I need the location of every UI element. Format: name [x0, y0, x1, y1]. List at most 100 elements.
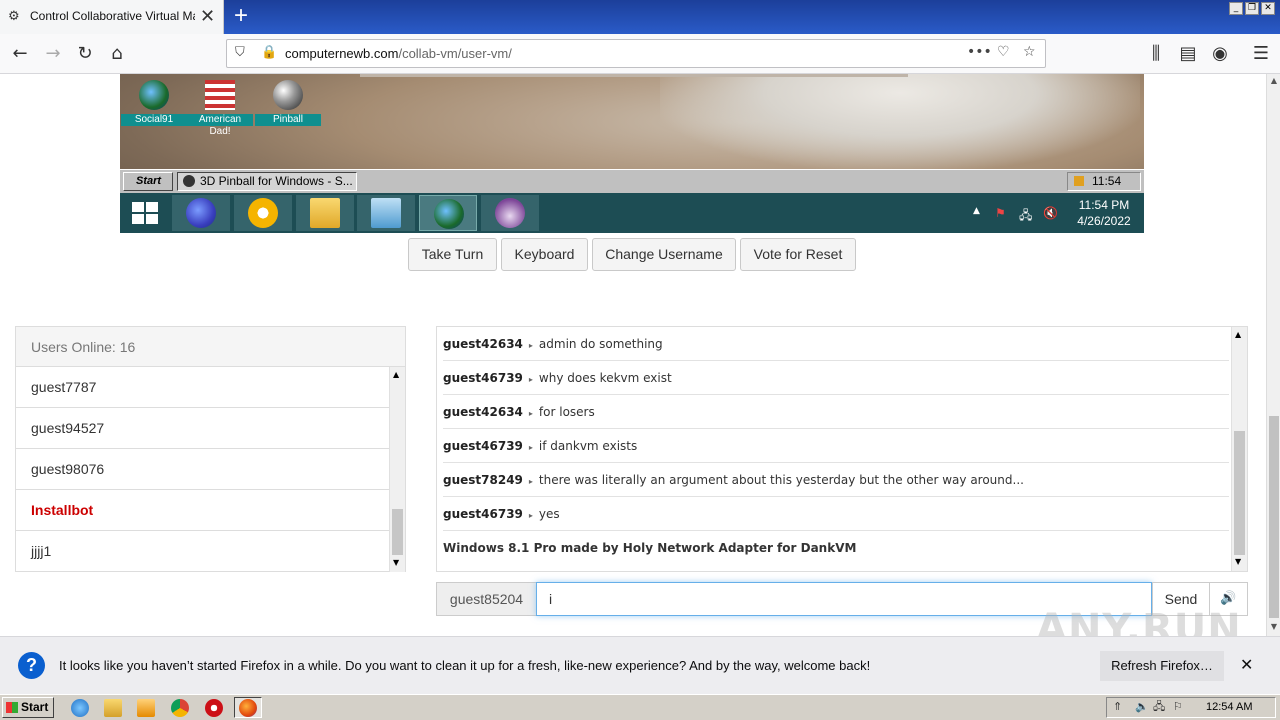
forward-arrow-icon[interactable]: → — [41, 42, 65, 66]
window-taskbar-icon[interactable] — [357, 195, 415, 231]
scroll-down-icon[interactable]: ▼ — [393, 558, 399, 567]
scroll-down-icon[interactable]: ▼ — [1235, 557, 1241, 566]
library-icon[interactable]: ⫼ — [1144, 42, 1168, 66]
desktop-icon-label: Social91 — [121, 114, 187, 126]
user-list-item[interactable]: jjjj1 — [16, 531, 389, 572]
new-tab-button[interactable]: + — [228, 2, 254, 30]
chat-message: guest42634 ▸ admin do something — [443, 327, 1229, 361]
os-clock[interactable]: 12:54 AM — [1206, 698, 1252, 717]
minimize-button[interactable]: _ — [1229, 2, 1243, 15]
users-online-header: Users Online: 16 — [16, 327, 405, 367]
user-list-item[interactable]: guest94527 — [16, 408, 389, 449]
host-taskbar: ▲ ⚑ 🖧 🔇 11:54 PM 4/26/2022 — [120, 193, 1144, 233]
host-time: 11:54 PM — [1078, 198, 1130, 212]
scroll-up-icon[interactable]: ▲ — [1269, 76, 1279, 86]
chat-username[interactable]: guest46739 — [443, 439, 523, 453]
keyboard-button[interactable]: Keyboard — [501, 238, 588, 271]
page-actions-icon[interactable]: ••• — [967, 44, 992, 60]
bookmark-star-icon[interactable]: ☆ — [1023, 44, 1036, 60]
desktop-icon-american-dad[interactable]: American Dad! — [187, 80, 253, 137]
guest-start-button[interactable]: Start — [123, 172, 173, 191]
back-arrow-icon[interactable]: ← — [8, 42, 32, 66]
scrollbar-thumb[interactable] — [1234, 431, 1245, 555]
site-favicon-icon: ⚙ — [8, 9, 20, 24]
task-label: 3D Pinball for Windows - S... — [200, 174, 353, 188]
tab-close-icon[interactable]: ✕ — [200, 6, 215, 27]
volume-icon[interactable]: 🔈 — [1135, 698, 1149, 717]
chat-scrollbar[interactable]: ▲ ▼ — [1231, 327, 1247, 571]
home-icon[interactable]: ⌂ — [105, 42, 129, 66]
reload-icon[interactable]: ↻ — [73, 42, 97, 66]
explorer-taskbar-icon[interactable] — [296, 195, 354, 231]
network-icon[interactable]: 🖧 — [1153, 698, 1165, 717]
arrow-icon: ▸ — [528, 477, 533, 486]
folder-icon[interactable] — [104, 699, 122, 717]
system-message: Windows 8.1 Pro made by Holy Network Ada… — [443, 541, 857, 555]
globe-icon — [139, 80, 169, 110]
page-scrollbar[interactable]: ▲ ▼ — [1266, 74, 1280, 636]
firefox-icon — [239, 699, 257, 717]
user-list-item-admin[interactable]: Installbot — [16, 490, 389, 531]
pocket-icon[interactable]: ♡ — [997, 44, 1010, 60]
windows-logo-icon[interactable] — [132, 202, 158, 224]
chat-username[interactable]: guest78249 — [443, 473, 523, 487]
users-scrollbar[interactable]: ▲ ▼ — [389, 367, 405, 572]
chrome-taskbar-icon[interactable] — [234, 195, 292, 231]
user-list-item[interactable]: guest98076 — [16, 449, 389, 490]
insecure-lock-icon[interactable]: 🔒 — [261, 45, 277, 60]
scroll-down-icon[interactable]: ▼ — [1269, 622, 1279, 632]
scrollbar-thumb[interactable] — [1269, 416, 1279, 618]
opera-icon[interactable] — [205, 699, 223, 717]
close-notification-icon[interactable]: ✕ — [1240, 655, 1253, 675]
chat-username[interactable]: guest46739 — [443, 507, 523, 521]
desktop-icon-label: American Dad! — [187, 114, 253, 137]
guest-task-pinball[interactable]: 3D Pinball for Windows - S... — [177, 172, 357, 191]
media-player-icon[interactable] — [137, 699, 155, 717]
tor-taskbar-icon[interactable] — [481, 195, 539, 231]
notification-bar: ? It looks like you haven’t started Fire… — [0, 636, 1280, 694]
action-center-icon[interactable]: ⚑ — [995, 206, 1006, 220]
scrollbar-thumb[interactable] — [392, 509, 403, 555]
volume-muted-icon[interactable]: 🔇 — [1043, 206, 1058, 220]
change-username-button[interactable]: Change Username — [592, 238, 736, 271]
restore-button[interactable]: ❐ — [1245, 2, 1259, 15]
host-clock[interactable]: 11:54 PM 4/26/2022 — [1064, 197, 1144, 229]
tray-expand-icon[interactable]: ⇑ — [1113, 698, 1122, 717]
firefox-taskbar-icon[interactable] — [172, 195, 230, 231]
os-start-button[interactable]: Start — [2, 697, 54, 718]
shield-icon[interactable]: ⛉ — [235, 45, 245, 60]
vm-app-taskbar-icon[interactable] — [419, 195, 477, 231]
web-page: Social91 American Dad! Pinball Start 3D … — [0, 74, 1266, 636]
flag-icon[interactable]: ⚐ — [1173, 698, 1183, 717]
desktop-icon-social91[interactable]: Social91 — [121, 80, 187, 126]
firefox-task-button[interactable] — [234, 697, 262, 718]
close-window-button[interactable]: ✕ — [1261, 2, 1275, 15]
network-icon[interactable]: 🖧 — [1019, 206, 1032, 227]
desktop-icon-pinball[interactable]: Pinball — [255, 80, 321, 126]
url-text[interactable]: computernewb.com/collab-vm/user-vm/ — [285, 46, 512, 61]
chrome-icon[interactable] — [171, 699, 189, 717]
chat-username[interactable]: guest42634 — [443, 337, 523, 351]
chat-panel: guest42634 ▸ admin do something guest46739… — [436, 326, 1248, 572]
scroll-up-icon[interactable]: ▲ — [1235, 330, 1241, 339]
tray-expand-icon[interactable]: ▲ — [973, 206, 980, 216]
account-icon[interactable]: ◉ — [1208, 42, 1232, 66]
sidebar-icon[interactable]: ▤ — [1176, 42, 1200, 66]
chat-username[interactable]: guest46739 — [443, 371, 523, 385]
host-date: 4/26/2022 — [1077, 214, 1131, 228]
ie-icon[interactable] — [71, 699, 89, 717]
pinball-icon — [183, 175, 195, 187]
browser-tab[interactable]: ⚙ Control Collaborative Virtual Machi ✕ — [0, 0, 224, 34]
take-turn-button[interactable]: Take Turn — [408, 238, 497, 271]
url-bar[interactable]: ⛉ 🔒 computernewb.com/collab-vm/user-vm/ … — [226, 39, 1046, 68]
chat-username[interactable]: guest42634 — [443, 405, 523, 419]
user-list-item[interactable]: guest7787 — [16, 367, 389, 408]
vote-reset-button[interactable]: Vote for Reset — [740, 238, 856, 271]
menu-icon[interactable]: ☰ — [1249, 42, 1273, 66]
tab-strip: ⚙ Control Collaborative Virtual Machi ✕ … — [0, 0, 1280, 34]
chat-text: yes — [538, 507, 560, 521]
chat-message: guest42634 ▸ for losers — [443, 395, 1229, 429]
refresh-firefox-button[interactable]: Refresh Firefox… — [1100, 651, 1224, 681]
windows-flag-icon — [6, 702, 18, 713]
scroll-up-icon[interactable]: ▲ — [393, 370, 399, 379]
